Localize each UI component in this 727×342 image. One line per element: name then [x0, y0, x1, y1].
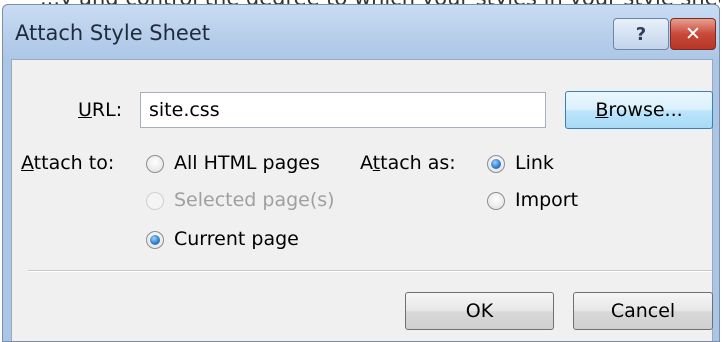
browse-button[interactable]: Browse...: [565, 91, 713, 129]
current-page-label[interactable]: Current page: [174, 228, 299, 250]
help-icon: ?: [635, 23, 647, 45]
link-radio[interactable]: [487, 155, 505, 173]
attach-as-label: Attach as:: [360, 152, 456, 174]
attach-to-label: Attach to:: [21, 152, 114, 174]
help-button[interactable]: ?: [613, 18, 669, 50]
selected-pages-label: Selected page(s): [174, 189, 335, 211]
selected-pages-radio: [146, 192, 164, 210]
ok-button[interactable]: OK: [405, 292, 554, 330]
current-page-radio[interactable]: [146, 231, 164, 249]
dialog-title: Attach Style Sheet: [15, 21, 210, 45]
browse-label: rowse...: [608, 99, 683, 121]
attach-to-label-text: ttach to:: [33, 152, 115, 174]
screenshot-stage: ...y and control the degree to which you…: [0, 0, 727, 342]
close-icon: ✕: [685, 23, 701, 45]
close-button[interactable]: ✕: [670, 18, 716, 50]
title-bar[interactable]: Attach Style Sheet ? ✕: [3, 5, 719, 59]
all-html-pages-label[interactable]: All HTML pages: [174, 152, 320, 174]
attach-to-mnemonic: A: [21, 152, 34, 174]
import-label[interactable]: Import: [515, 189, 578, 211]
attach-as-mnemonic: t: [372, 152, 381, 174]
url-label: URL:: [78, 99, 122, 121]
browse-mnemonic: B: [595, 99, 609, 121]
url-label-mnemonic: U: [78, 99, 92, 121]
url-label-text: RL:: [91, 99, 123, 121]
cancel-button[interactable]: Cancel: [573, 292, 713, 330]
footer-separator: [28, 270, 712, 272]
all-html-pages-radio[interactable]: [146, 155, 164, 173]
attach-as-label-pre: A: [360, 152, 373, 174]
dialog-client-area: URL: Browse... Attach to: All HTML pages…: [11, 59, 713, 341]
url-input[interactable]: [140, 92, 546, 128]
attach-style-sheet-dialog: Attach Style Sheet ? ✕ URL: Browse... At…: [2, 4, 720, 342]
link-label[interactable]: Link: [515, 152, 554, 174]
import-radio[interactable]: [487, 192, 505, 210]
attach-as-label-text: tach as:: [380, 152, 456, 174]
